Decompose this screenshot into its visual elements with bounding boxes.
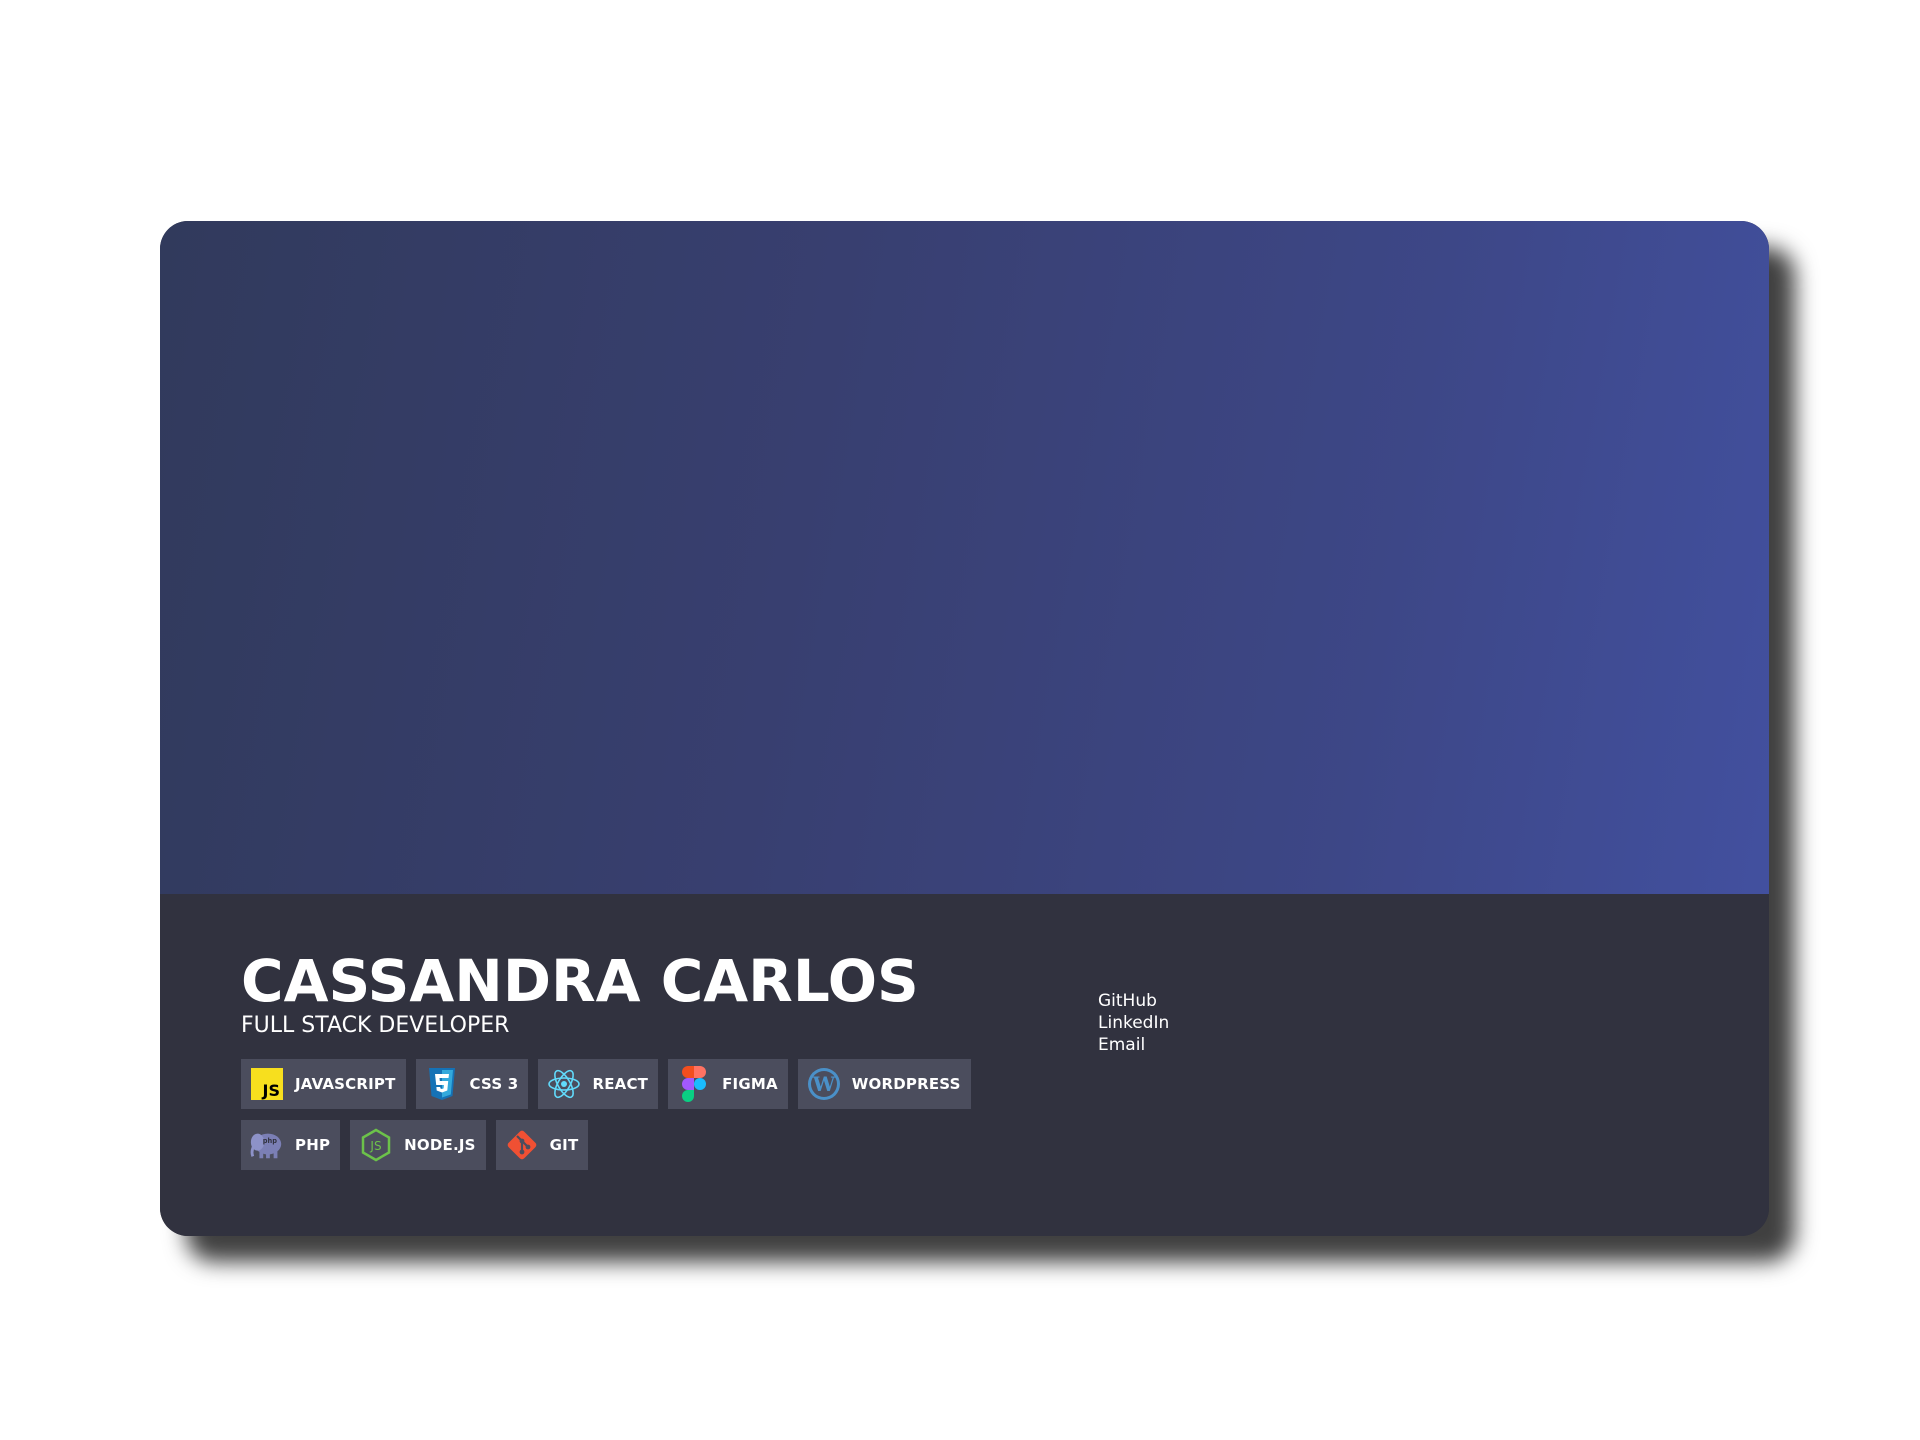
skill-css3[interactable]: CSS 3 bbox=[415, 1059, 529, 1109]
skill-wordpress[interactable]: W WORDPRESS bbox=[797, 1059, 971, 1109]
svg-text:JS: JS bbox=[262, 1081, 280, 1100]
skill-react[interactable]: REACT bbox=[538, 1059, 659, 1109]
skill-label: JAVASCRIPT bbox=[295, 1075, 396, 1093]
skill-label: NODE.JS bbox=[404, 1136, 476, 1154]
svg-text:JS: JS bbox=[370, 1139, 382, 1153]
figma-icon bbox=[676, 1066, 712, 1102]
skill-label: PHP bbox=[295, 1136, 331, 1154]
git-icon bbox=[504, 1127, 540, 1163]
svg-text:php: php bbox=[263, 1137, 277, 1145]
skill-figma[interactable]: FIGMA bbox=[668, 1059, 788, 1109]
wordpress-icon: W bbox=[806, 1066, 842, 1102]
profile-role: FULL STACK DEVELOPER bbox=[241, 1013, 510, 1038]
skill-label: REACT bbox=[592, 1075, 649, 1093]
php-icon: php bbox=[249, 1127, 285, 1163]
react-icon bbox=[546, 1066, 582, 1102]
javascript-icon: JS bbox=[249, 1066, 285, 1102]
nodejs-icon: JS bbox=[358, 1127, 394, 1163]
skill-nodejs[interactable]: JS NODE.JS bbox=[350, 1120, 486, 1170]
skills-row-1: JS JAVASCRIPT CSS 3 REACT FIGMA W WORDPR… bbox=[241, 1059, 971, 1109]
profile-name: CASSANDRA CARLOS bbox=[241, 947, 919, 1015]
css3-icon bbox=[424, 1066, 460, 1102]
linkedin-link[interactable]: LinkedIn bbox=[1098, 1012, 1169, 1034]
skill-javascript[interactable]: JS JAVASCRIPT bbox=[241, 1059, 406, 1109]
profile-card: CASSANDRA CARLOS FULL STACK DEVELOPER JS… bbox=[160, 221, 1769, 1236]
skills-row-2: php PHP JS NODE.JS GIT bbox=[241, 1120, 589, 1170]
skill-label: GIT bbox=[549, 1136, 579, 1154]
banner bbox=[160, 221, 1769, 894]
contact-links: GitHub LinkedIn Email bbox=[1098, 990, 1169, 1056]
skill-label: FIGMA bbox=[722, 1075, 778, 1093]
skill-label: WORDPRESS bbox=[851, 1075, 961, 1093]
info-panel: CASSANDRA CARLOS FULL STACK DEVELOPER JS… bbox=[160, 894, 1769, 1236]
email-link[interactable]: Email bbox=[1098, 1034, 1169, 1056]
skill-php[interactable]: php PHP bbox=[241, 1120, 341, 1170]
skill-label: CSS 3 bbox=[469, 1075, 519, 1093]
svg-text:W: W bbox=[812, 1072, 836, 1096]
skill-git[interactable]: GIT bbox=[495, 1120, 589, 1170]
github-link[interactable]: GitHub bbox=[1098, 990, 1169, 1012]
